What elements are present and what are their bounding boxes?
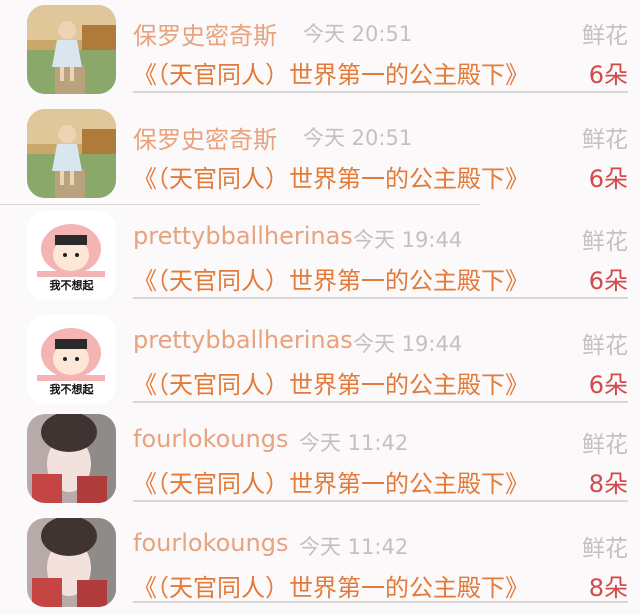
flower-count: 8朵 — [588, 574, 628, 602]
gift-type: 鲜花 — [582, 333, 628, 359]
timestamp: 今天 19:44 — [353, 228, 463, 252]
flower-count: 6朵 — [588, 267, 628, 295]
timestamp: 今天 20:51 — [303, 22, 413, 46]
row-divider — [133, 91, 628, 93]
timestamp: 今天 20:51 — [303, 126, 413, 150]
gift-type: 鲜花 — [582, 536, 628, 562]
list-item[interactable]: fourlokoungs 今天 11:42 鲜花 《（天官同人）世界第一的公主殿… — [0, 513, 640, 615]
row-divider — [133, 401, 628, 403]
user-name[interactable]: prettybballherinas — [133, 326, 353, 354]
row-divider — [133, 500, 628, 502]
avatar[interactable] — [27, 109, 116, 198]
avatar[interactable]: 我不想起 — [27, 315, 116, 404]
work-title[interactable]: 《（天官同人）世界第一的公主殿下》 — [133, 365, 529, 400]
gift-type: 鲜花 — [582, 432, 628, 458]
flower-count: 6朵 — [588, 61, 628, 89]
avatar-caption: 我不想起 — [49, 383, 94, 396]
section-separator — [0, 204, 480, 205]
user-name[interactable]: fourlokoungs — [133, 425, 288, 453]
gift-type: 鲜花 — [582, 23, 628, 49]
work-title[interactable]: 《（天官同人）世界第一的公主殿下》 — [133, 568, 529, 603]
work-title[interactable]: 《（天官同人）世界第一的公主殿下》 — [133, 261, 529, 296]
avatar[interactable] — [27, 414, 116, 503]
user-name[interactable]: prettybballherinas — [133, 222, 353, 250]
row-divider — [133, 297, 628, 299]
timestamp: 今天 11:42 — [299, 431, 409, 455]
list-item[interactable]: 保罗史密奇斯 今天 20:51 鲜花 《（天官同人）世界第一的公主殿下》 6朵 — [0, 0, 640, 102]
user-name[interactable]: 保罗史密奇斯 — [133, 120, 277, 155]
work-title[interactable]: 《（天官同人）世界第一的公主殿下》 — [133, 464, 529, 499]
flower-count: 6朵 — [588, 165, 628, 193]
flower-count: 6朵 — [588, 371, 628, 399]
work-title[interactable]: 《（天官同人）世界第一的公主殿下》 — [133, 55, 529, 90]
avatar[interactable] — [27, 5, 116, 94]
avatar-caption: 我不想起 — [49, 279, 94, 292]
list-item[interactable]: 我不想起 prettybballherinas 今天 19:44 鲜花 《（天官… — [0, 310, 640, 412]
flower-count: 8朵 — [588, 470, 628, 498]
girl-photo-avatar-icon — [27, 5, 116, 94]
girl-photo-avatar-icon — [27, 109, 116, 198]
timestamp: 今天 11:42 — [299, 535, 409, 559]
gift-type: 鲜花 — [582, 127, 628, 153]
gift-type: 鲜花 — [582, 229, 628, 255]
avatar[interactable] — [27, 518, 116, 607]
row-divider — [133, 601, 628, 603]
user-name[interactable]: 保罗史密奇斯 — [133, 16, 277, 51]
list-item[interactable]: fourlokoungs 今天 11:42 鲜花 《（天官同人）世界第一的公主殿… — [0, 409, 640, 511]
photo-avatar-icon — [27, 414, 116, 503]
photo-avatar-icon — [27, 518, 116, 607]
list-item[interactable]: 我不想起 prettybballherinas 今天 19:44 鲜花 《（天官… — [0, 206, 640, 308]
timestamp: 今天 19:44 — [353, 332, 463, 356]
work-title[interactable]: 《（天官同人）世界第一的公主殿下》 — [133, 159, 529, 194]
list-item[interactable]: 保罗史密奇斯 今天 20:51 鲜花 《（天官同人）世界第一的公主殿下》 6朵 — [0, 104, 640, 206]
user-name[interactable]: fourlokoungs — [133, 529, 288, 557]
avatar[interactable]: 我不想起 — [27, 211, 116, 300]
